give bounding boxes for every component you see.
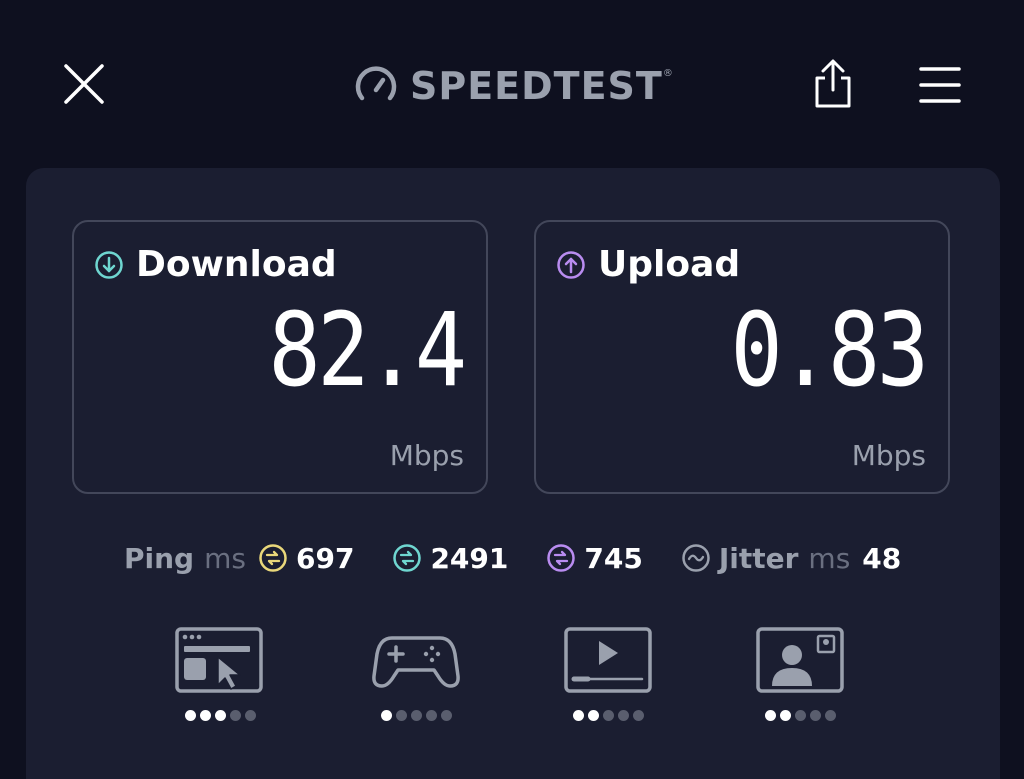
download-ping-value: 2491 bbox=[430, 541, 509, 575]
rating-dots bbox=[558, 710, 658, 721]
upload-latency-icon bbox=[547, 544, 576, 572]
close-button[interactable] bbox=[60, 60, 108, 108]
web-browsing-rating[interactable] bbox=[170, 624, 270, 724]
download-title: Download bbox=[136, 244, 337, 285]
upload-ping-value: 745 bbox=[584, 541, 643, 575]
ping-label: Ping bbox=[124, 541, 195, 575]
idle-ping-value: 697 bbox=[295, 541, 355, 575]
rating-dot-empty bbox=[617, 710, 629, 721]
jitter-icon bbox=[682, 544, 710, 572]
rating-dot-filled bbox=[572, 710, 584, 721]
close-icon bbox=[64, 64, 104, 104]
speedtest-results-page: SPEEDTEST ® Download 82.4 Mbps Upload 0.… bbox=[0, 0, 1024, 779]
jitter-label: Jitter bbox=[718, 541, 799, 575]
jitter-value: 48 bbox=[862, 541, 902, 575]
rating-dot-empty bbox=[794, 710, 806, 721]
results-panel: Download 82.4 Mbps Upload 0.83 Mbps Ping… bbox=[26, 168, 1000, 779]
rating-dot-filled bbox=[214, 710, 226, 721]
rating-dot-empty bbox=[395, 710, 407, 721]
rating-dots bbox=[750, 710, 850, 721]
logo-text: SPEEDTEST bbox=[410, 64, 663, 108]
rating-dot-filled bbox=[764, 710, 776, 721]
browser-cursor-icon bbox=[175, 627, 263, 693]
gamepad-icon bbox=[372, 636, 460, 688]
share-icon bbox=[815, 59, 851, 108]
hamburger-menu-icon bbox=[919, 67, 961, 103]
download-header: Download bbox=[94, 244, 337, 285]
rating-dot-empty bbox=[229, 710, 241, 721]
rating-dot-filled bbox=[199, 710, 211, 721]
latency-metrics-row: Ping ms 697 2491 745 Jitter ms 48 bbox=[124, 538, 901, 578]
video-streaming-rating[interactable] bbox=[558, 624, 658, 724]
video-call-icon bbox=[756, 627, 844, 693]
rating-dot-empty bbox=[410, 710, 422, 721]
rating-dot-filled bbox=[779, 710, 791, 721]
rating-dot-filled bbox=[184, 710, 196, 721]
upload-title: Upload bbox=[598, 244, 741, 285]
top-bar: SPEEDTEST ® bbox=[0, 0, 1024, 170]
rating-dot-empty bbox=[809, 710, 821, 721]
upload-speed-value: 0.83 bbox=[730, 291, 930, 410]
rating-dot-empty bbox=[602, 710, 614, 721]
download-arrow-icon bbox=[95, 250, 123, 279]
video-play-icon bbox=[564, 627, 652, 693]
idle-latency-icon bbox=[259, 544, 287, 572]
ping-unit: ms bbox=[204, 541, 246, 575]
rating-dot-empty bbox=[425, 710, 437, 721]
rating-dot-empty bbox=[824, 710, 836, 721]
rating-dot-empty bbox=[244, 710, 256, 721]
gaming-rating[interactable] bbox=[366, 624, 466, 724]
rating-dot-filled bbox=[380, 710, 392, 721]
jitter-unit: ms bbox=[808, 541, 851, 575]
download-speed-value: 82.4 bbox=[268, 291, 468, 410]
menu-button[interactable] bbox=[918, 64, 962, 106]
rating-dots bbox=[170, 710, 270, 721]
share-button[interactable] bbox=[810, 58, 856, 110]
upload-header: Upload bbox=[556, 244, 740, 285]
upload-unit: Mbps bbox=[851, 439, 926, 472]
speedtest-logo: SPEEDTEST ® bbox=[354, 62, 673, 110]
download-latency-icon bbox=[393, 544, 422, 572]
rating-dot-empty bbox=[440, 710, 452, 721]
speedometer-icon bbox=[355, 66, 397, 101]
upload-card: Upload 0.83 Mbps bbox=[534, 220, 950, 494]
download-unit: Mbps bbox=[389, 439, 464, 472]
rating-dots bbox=[366, 710, 466, 721]
rating-dot-empty bbox=[632, 710, 644, 721]
download-card: Download 82.4 Mbps bbox=[72, 220, 488, 494]
rating-dot-filled bbox=[587, 710, 599, 721]
upload-arrow-icon bbox=[557, 250, 585, 279]
logo-trademark: ® bbox=[662, 68, 673, 79]
video-chat-rating[interactable] bbox=[750, 624, 850, 724]
